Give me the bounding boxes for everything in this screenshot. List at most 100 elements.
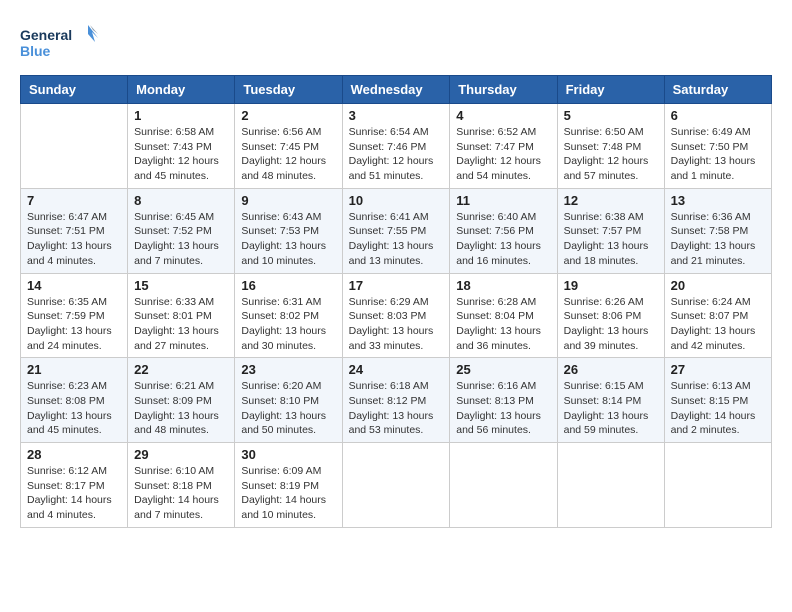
weekday-header-wednesday: Wednesday bbox=[342, 76, 450, 104]
day-info: Sunrise: 6:45 AMSunset: 7:52 PMDaylight:… bbox=[134, 210, 228, 269]
calendar-cell: 17 Sunrise: 6:29 AMSunset: 8:03 PMDayligh… bbox=[342, 273, 450, 358]
day-number: 29 bbox=[134, 447, 228, 462]
day-info: Sunrise: 6:47 AMSunset: 7:51 PMDaylight:… bbox=[27, 210, 121, 269]
day-info: Sunrise: 6:18 AMSunset: 8:12 PMDaylight:… bbox=[349, 379, 444, 438]
day-number: 17 bbox=[349, 278, 444, 293]
day-number: 4 bbox=[456, 108, 550, 123]
calendar-cell: 20Sunrise: 6:24 AMSunset: 8:07 PMDayligh… bbox=[664, 273, 771, 358]
day-info: Sunrise: 6:31 AMSunset: 8:02 PMDaylight:… bbox=[241, 295, 335, 354]
calendar-cell: 6 Sunrise: 6:49 AMSunset: 7:50 PMDaylight… bbox=[664, 104, 771, 189]
calendar-cell: 25 Sunrise: 6:16 AMSunset: 8:13 PMDayligh… bbox=[450, 358, 557, 443]
calendar-cell: 8 Sunrise: 6:45 AMSunset: 7:52 PMDaylight… bbox=[128, 188, 235, 273]
day-info: Sunrise: 6:16 AMSunset: 8:13 PMDaylight:… bbox=[456, 379, 550, 438]
calendar-cell: 1 Sunrise: 6:58 AMSunset: 7:43 PMDaylight… bbox=[128, 104, 235, 189]
calendar-cell: 16 Sunrise: 6:31 AMSunset: 8:02 PMDayligh… bbox=[235, 273, 342, 358]
calendar-cell: 15 Sunrise: 6:33 AMSunset: 8:01 PMDayligh… bbox=[128, 273, 235, 358]
logo-svg: General Blue bbox=[20, 20, 100, 65]
svg-text:General: General bbox=[20, 27, 72, 43]
day-number: 11 bbox=[456, 193, 550, 208]
calendar-cell bbox=[557, 443, 664, 528]
weekday-header-row: SundayMondayTuesdayWednesdayThursdayFrid… bbox=[21, 76, 772, 104]
day-number: 1 bbox=[134, 108, 228, 123]
day-info: Sunrise: 6:38 AMSunset: 7:57 PMDaylight:… bbox=[564, 210, 658, 269]
day-info: Sunrise: 6:40 AMSunset: 7:56 PMDaylight:… bbox=[456, 210, 550, 269]
calendar-table: SundayMondayTuesdayWednesdayThursdayFrid… bbox=[20, 75, 772, 528]
calendar-cell bbox=[450, 443, 557, 528]
day-number: 10 bbox=[349, 193, 444, 208]
day-number: 3 bbox=[349, 108, 444, 123]
calendar-cell: 26Sunrise: 6:15 AMSunset: 8:14 PMDayligh… bbox=[557, 358, 664, 443]
calendar-cell bbox=[21, 104, 128, 189]
calendar-cell: 5 Sunrise: 6:50 AMSunset: 7:48 PMDaylight… bbox=[557, 104, 664, 189]
day-number: 25 bbox=[456, 362, 550, 377]
day-number: 14 bbox=[27, 278, 121, 293]
day-number: 16 bbox=[241, 278, 335, 293]
day-info: Sunrise: 6:33 AMSunset: 8:01 PMDaylight:… bbox=[134, 295, 228, 354]
day-info: Sunrise: 6:50 AMSunset: 7:48 PMDaylight:… bbox=[564, 125, 658, 184]
day-number: 8 bbox=[134, 193, 228, 208]
calendar-cell bbox=[342, 443, 450, 528]
calendar-week-row: 14Sunrise: 6:35 AMSunset: 7:59 PMDayligh… bbox=[21, 273, 772, 358]
calendar-cell: 30Sunrise: 6:09 AMSunset: 8:19 PMDayligh… bbox=[235, 443, 342, 528]
calendar-cell: 21 Sunrise: 6:23 AMSunset: 8:08 PMDayligh… bbox=[21, 358, 128, 443]
day-info: Sunrise: 6:09 AMSunset: 8:19 PMDaylight:… bbox=[241, 464, 335, 523]
day-info: Sunrise: 6:21 AMSunset: 8:09 PMDaylight:… bbox=[134, 379, 228, 438]
day-info: Sunrise: 6:56 AMSunset: 7:45 PMDaylight:… bbox=[241, 125, 335, 184]
calendar-cell: 18 Sunrise: 6:28 AMSunset: 8:04 PMDayligh… bbox=[450, 273, 557, 358]
calendar-cell: 7Sunrise: 6:47 AMSunset: 7:51 PMDaylight… bbox=[21, 188, 128, 273]
weekday-header-tuesday: Tuesday bbox=[235, 76, 342, 104]
calendar-week-row: 28 Sunrise: 6:12 AMSunset: 8:17 PMDayligh… bbox=[21, 443, 772, 528]
day-number: 2 bbox=[241, 108, 335, 123]
calendar-cell: 4 Sunrise: 6:52 AMSunset: 7:47 PMDaylight… bbox=[450, 104, 557, 189]
day-info: Sunrise: 6:12 AMSunset: 8:17 PMDaylight:… bbox=[27, 464, 121, 523]
day-info: Sunrise: 6:49 AMSunset: 7:50 PMDaylight:… bbox=[671, 125, 765, 184]
calendar-cell bbox=[664, 443, 771, 528]
day-number: 15 bbox=[134, 278, 228, 293]
day-info: Sunrise: 6:26 AMSunset: 8:06 PMDaylight:… bbox=[564, 295, 658, 354]
day-info: Sunrise: 6:10 AMSunset: 8:18 PMDaylight:… bbox=[134, 464, 228, 523]
calendar-cell: 29 Sunrise: 6:10 AMSunset: 8:18 PMDayligh… bbox=[128, 443, 235, 528]
weekday-header-monday: Monday bbox=[128, 76, 235, 104]
calendar-week-row: 21 Sunrise: 6:23 AMSunset: 8:08 PMDayligh… bbox=[21, 358, 772, 443]
weekday-header-sunday: Sunday bbox=[21, 76, 128, 104]
day-number: 23 bbox=[241, 362, 335, 377]
calendar-cell: 28 Sunrise: 6:12 AMSunset: 8:17 PMDayligh… bbox=[21, 443, 128, 528]
calendar-cell: 9Sunrise: 6:43 AMSunset: 7:53 PMDaylight… bbox=[235, 188, 342, 273]
calendar-week-row: 7Sunrise: 6:47 AMSunset: 7:51 PMDaylight… bbox=[21, 188, 772, 273]
calendar-cell: 11 Sunrise: 6:40 AMSunset: 7:56 PMDayligh… bbox=[450, 188, 557, 273]
day-number: 21 bbox=[27, 362, 121, 377]
calendar-cell: 12 Sunrise: 6:38 AMSunset: 7:57 PMDayligh… bbox=[557, 188, 664, 273]
day-number: 19 bbox=[564, 278, 658, 293]
day-info: Sunrise: 6:13 AMSunset: 8:15 PMDaylight:… bbox=[671, 379, 765, 438]
day-number: 18 bbox=[456, 278, 550, 293]
day-number: 24 bbox=[349, 362, 444, 377]
day-number: 28 bbox=[27, 447, 121, 462]
page-header: General Blue bbox=[20, 20, 772, 65]
day-info: Sunrise: 6:43 AMSunset: 7:53 PMDaylight:… bbox=[241, 210, 335, 269]
calendar-cell: 2 Sunrise: 6:56 AMSunset: 7:45 PMDaylight… bbox=[235, 104, 342, 189]
day-info: Sunrise: 6:15 AMSunset: 8:14 PMDaylight:… bbox=[564, 379, 658, 438]
svg-text:Blue: Blue bbox=[20, 43, 51, 59]
day-info: Sunrise: 6:23 AMSunset: 8:08 PMDaylight:… bbox=[27, 379, 121, 438]
weekday-header-saturday: Saturday bbox=[664, 76, 771, 104]
day-info: Sunrise: 6:28 AMSunset: 8:04 PMDaylight:… bbox=[456, 295, 550, 354]
calendar-cell: 22Sunrise: 6:21 AMSunset: 8:09 PMDayligh… bbox=[128, 358, 235, 443]
calendar-cell: 14Sunrise: 6:35 AMSunset: 7:59 PMDayligh… bbox=[21, 273, 128, 358]
day-number: 5 bbox=[564, 108, 658, 123]
calendar-cell: 27 Sunrise: 6:13 AMSunset: 8:15 PMDayligh… bbox=[664, 358, 771, 443]
day-info: Sunrise: 6:54 AMSunset: 7:46 PMDaylight:… bbox=[349, 125, 444, 184]
day-info: Sunrise: 6:52 AMSunset: 7:47 PMDaylight:… bbox=[456, 125, 550, 184]
day-info: Sunrise: 6:58 AMSunset: 7:43 PMDaylight:… bbox=[134, 125, 228, 184]
logo: General Blue bbox=[20, 20, 100, 65]
day-number: 27 bbox=[671, 362, 765, 377]
day-number: 20 bbox=[671, 278, 765, 293]
day-number: 12 bbox=[564, 193, 658, 208]
calendar-cell: 24 Sunrise: 6:18 AMSunset: 8:12 PMDayligh… bbox=[342, 358, 450, 443]
calendar-cell: 13Sunrise: 6:36 AMSunset: 7:58 PMDayligh… bbox=[664, 188, 771, 273]
calendar-cell: 19 Sunrise: 6:26 AMSunset: 8:06 PMDayligh… bbox=[557, 273, 664, 358]
calendar-cell: 3 Sunrise: 6:54 AMSunset: 7:46 PMDaylight… bbox=[342, 104, 450, 189]
day-info: Sunrise: 6:29 AMSunset: 8:03 PMDaylight:… bbox=[349, 295, 444, 354]
day-number: 6 bbox=[671, 108, 765, 123]
calendar-cell: 23Sunrise: 6:20 AMSunset: 8:10 PMDayligh… bbox=[235, 358, 342, 443]
day-info: Sunrise: 6:41 AMSunset: 7:55 PMDaylight:… bbox=[349, 210, 444, 269]
